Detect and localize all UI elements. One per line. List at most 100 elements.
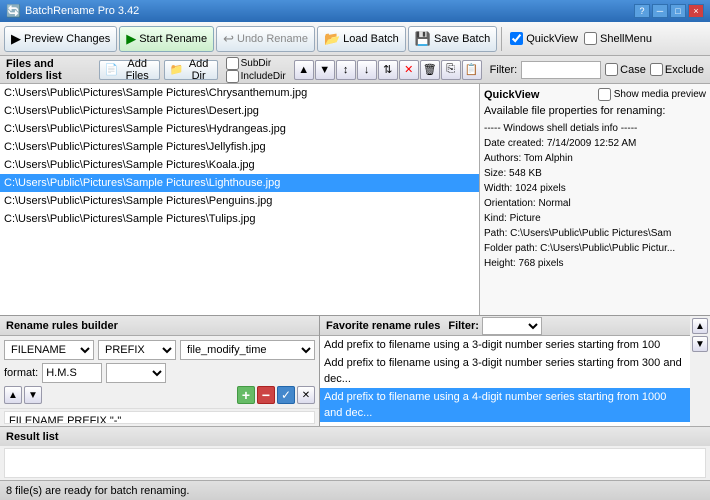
- file-item[interactable]: C:\Users\Public\Pictures\Sample Pictures…: [0, 156, 479, 174]
- rename-rules-panel: Rename rules builder FILENAME EXTENSION …: [0, 316, 320, 426]
- result-section-header: Result list: [0, 426, 710, 446]
- shuffle-btn[interactable]: ⇅: [378, 60, 398, 80]
- side-down-btn[interactable]: ▼: [692, 336, 708, 352]
- add-dir-button[interactable]: 📁 Add Dir: [164, 60, 218, 80]
- quickview-checkbox[interactable]: [510, 32, 523, 45]
- undo-rename-button[interactable]: ↩ Undo Rename: [216, 26, 315, 52]
- status-text: 8 file(s) are ready for batch renaming.: [6, 485, 189, 497]
- favorite-rule-item[interactable]: Add prefix to filename using a 3-digit n…: [320, 354, 690, 388]
- quickview-check[interactable]: QuickView: [510, 32, 578, 45]
- quickview-props-label: Available file properties for renaming:: [484, 105, 706, 117]
- sort-az-btn[interactable]: ↕: [336, 60, 356, 80]
- file-item[interactable]: C:\Users\Public\Pictures\Sample Pictures…: [0, 120, 479, 138]
- load-batch-button[interactable]: 📂 Load Batch: [317, 26, 406, 52]
- quickview-label: QuickView: [526, 33, 578, 45]
- move-rule-down[interactable]: ▼: [24, 386, 42, 404]
- subdir-checkbox[interactable]: [226, 57, 239, 70]
- apply-rule-btn[interactable]: ✓: [277, 386, 295, 404]
- quickview-panel: QuickView Show media preview Available f…: [480, 84, 710, 315]
- shellmenu-label: ShellMenu: [600, 33, 652, 45]
- quickview-info-line: ----- Windows shell detials info -----: [484, 121, 706, 136]
- status-bar: 8 file(s) are ready for batch renaming.: [0, 480, 710, 500]
- start-rename-button[interactable]: ▶ Start Rename: [119, 26, 214, 52]
- subdir-label[interactable]: SubDir: [226, 57, 286, 70]
- preview-icon: ▶: [11, 31, 21, 47]
- title-controls[interactable]: ? ─ □ ×: [634, 4, 704, 18]
- file-item[interactable]: C:\Users\Public\Pictures\Sample Pictures…: [0, 174, 479, 192]
- remove-rule-btn[interactable]: −: [257, 386, 275, 404]
- exclude-checkbox[interactable]: [650, 63, 663, 76]
- clear-rule-btn[interactable]: ✕: [297, 386, 315, 404]
- fav-filter-label: Filter:: [448, 320, 479, 332]
- quickview-info-line: Date created: 7/14/2009 12:52 AM: [484, 136, 706, 151]
- add-rule-btn[interactable]: +: [237, 386, 255, 404]
- file-item[interactable]: C:\Users\Public\Pictures\Sample Pictures…: [0, 138, 479, 156]
- lower-half: Rename rules builder FILENAME EXTENSION …: [0, 316, 710, 500]
- rules-dropdown-1[interactable]: FILENAME EXTENSION FULLNAME: [4, 340, 94, 360]
- move-rule-up[interactable]: ▲: [4, 386, 22, 404]
- move-up-btn[interactable]: ▲: [294, 60, 314, 80]
- close-btn[interactable]: ×: [688, 4, 704, 18]
- file-item[interactable]: C:\Users\Public\Pictures\Sample Pictures…: [0, 102, 479, 120]
- rule-item[interactable]: FILENAME PREFIX "-": [5, 412, 314, 424]
- files-content: C:\Users\Public\Pictures\Sample Pictures…: [0, 84, 710, 315]
- rules-dropdown-2[interactable]: PREFIX SUFFIX REPLACE: [98, 340, 176, 360]
- favorite-rule-item[interactable]: Add prefix to filename using a 4-digit n…: [320, 388, 690, 422]
- middle-section: Rename rules builder FILENAME EXTENSION …: [0, 316, 710, 426]
- filter-label: Filter:: [490, 64, 518, 76]
- rules-dropdown-3[interactable]: file_modify_time file_create_time curren…: [180, 340, 315, 360]
- rules-action-row: ▲ ▼ + − ✓ ✕: [4, 386, 315, 404]
- case-checkbox[interactable]: [605, 63, 618, 76]
- fav-filter-select[interactable]: [482, 317, 542, 335]
- includedir-checkbox[interactable]: [226, 70, 239, 83]
- favorite-rules-panel: Favorite rename rules Filter: Add prefix…: [320, 316, 690, 426]
- save-icon: 💾: [415, 31, 431, 47]
- file-item[interactable]: C:\Users\Public\Pictures\Sample Pictures…: [0, 84, 479, 102]
- includedir-label[interactable]: IncludeDir: [226, 70, 286, 83]
- files-header: Files and folders list 📄 Add Files 📁 Add…: [0, 56, 710, 84]
- side-up-btn[interactable]: ▲: [692, 318, 708, 334]
- sort-za-btn[interactable]: ↓: [357, 60, 377, 80]
- show-media-label[interactable]: Show media preview: [598, 88, 706, 101]
- filter-input[interactable]: [521, 61, 601, 79]
- remove-btn[interactable]: ✕: [399, 60, 419, 80]
- paste-btn[interactable]: 📋: [462, 60, 482, 80]
- copy-btn[interactable]: ⎘: [441, 60, 461, 80]
- rename-rules-list[interactable]: FILENAME PREFIX "-"FILENAME PREFIX digit…: [4, 411, 315, 424]
- minimize-btn[interactable]: ─: [652, 4, 668, 18]
- quickview-info: ----- Windows shell detials info -----Da…: [484, 121, 706, 271]
- top-section: Files and folders list 📄 Add Files 📁 Add…: [0, 56, 710, 316]
- favorite-rule-item[interactable]: Add prefix to filename using a 3-digit n…: [320, 336, 690, 354]
- fav-filter-area: Filter:: [448, 317, 542, 335]
- shellmenu-check[interactable]: ShellMenu: [584, 32, 652, 45]
- file-item[interactable]: C:\Users\Public\Pictures\Sample Pictures…: [0, 210, 479, 228]
- preview-changes-button[interactable]: ▶ Preview Changes: [4, 26, 117, 52]
- shellmenu-checkbox[interactable]: [584, 32, 597, 45]
- case-label[interactable]: Case: [605, 63, 646, 76]
- add-files-button[interactable]: 📄 Add Files: [99, 60, 160, 80]
- title-left: 🔄 BatchRename Pro 3.42: [6, 4, 139, 18]
- clear-btn[interactable]: 🗑: [420, 60, 440, 80]
- load-icon: 📂: [324, 31, 340, 47]
- quickview-header: QuickView Show media preview: [484, 88, 706, 101]
- save-batch-button[interactable]: 💾 Save Batch: [408, 26, 497, 52]
- filter-area: Filter: Case Exclude: [490, 61, 704, 79]
- help-btn[interactable]: ?: [634, 4, 650, 18]
- start-label: Start Rename: [139, 33, 207, 45]
- exclude-label[interactable]: Exclude: [650, 63, 704, 76]
- icon-buttons-row: ▲ ▼ ↕ ↓ ⇅ ✕ 🗑 ⎘ 📋: [294, 60, 482, 80]
- show-media-checkbox[interactable]: [598, 88, 611, 101]
- favorite-rules-header: Favorite rename rules Filter:: [320, 316, 690, 336]
- right-side-buttons: ▲ ▼: [690, 316, 710, 426]
- format-select[interactable]: [106, 363, 166, 383]
- format-input[interactable]: [42, 363, 102, 383]
- result-list[interactable]: [4, 448, 706, 478]
- titlebar: 🔄 BatchRename Pro 3.42 ? ─ □ ×: [0, 0, 710, 22]
- favorite-rules-list[interactable]: Add prefix to filename using a 3-digit n…: [320, 336, 690, 426]
- add-dir-icon: 📁: [170, 63, 184, 76]
- maximize-btn[interactable]: □: [670, 4, 686, 18]
- main: Files and folders list 📄 Add Files 📁 Add…: [0, 56, 710, 500]
- files-list[interactable]: C:\Users\Public\Pictures\Sample Pictures…: [0, 84, 480, 315]
- file-item[interactable]: C:\Users\Public\Pictures\Sample Pictures…: [0, 192, 479, 210]
- move-down-btn[interactable]: ▼: [315, 60, 335, 80]
